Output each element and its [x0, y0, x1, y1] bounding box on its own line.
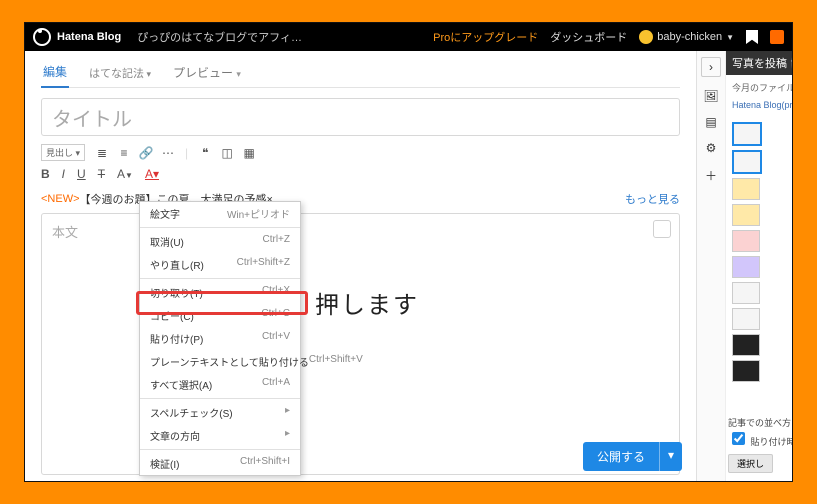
read-more-icon[interactable]: ⋯	[161, 146, 175, 160]
chevron-down-icon: ▼	[726, 33, 734, 42]
format-toolbar-row1: 見出し ▾ ≣ ≡ 🔗 ⋯ | ❝ ◫ ▦	[41, 144, 680, 161]
tab-edit[interactable]: 編集	[41, 63, 69, 88]
avatar-icon	[639, 30, 653, 44]
heading-select[interactable]: 見出し ▾	[41, 144, 85, 161]
font-size-button[interactable]: A▼	[117, 167, 133, 181]
chevron-right-icon: ›	[709, 60, 713, 74]
category-icon[interactable]: ▤	[705, 115, 716, 129]
tab-preview[interactable]: プレビュー ▾	[171, 64, 243, 87]
context-menu-item[interactable]: 絵文字Win+ピリオド	[140, 202, 300, 225]
sort-label: 記事での並べ方	[728, 416, 788, 429]
context-menu-item[interactable]: 切り取り(T)Ctrl+X	[140, 281, 300, 304]
header-right: Proにアップグレード ダッシュボード baby-chicken ▼	[433, 29, 784, 45]
chevron-down-icon: ▾	[236, 69, 241, 79]
strike-button[interactable]: T	[98, 167, 105, 181]
thumb[interactable]	[732, 230, 760, 252]
quote-icon[interactable]: ❝	[198, 146, 212, 160]
link-icon[interactable]: 🔗	[139, 146, 153, 160]
tab-mode-select[interactable]: はてな記法	[87, 65, 153, 87]
context-menu: 絵文字Win+ピリオド取消(U)Ctrl+Zやり直し(R)Ctrl+Shift+…	[139, 201, 301, 476]
thumb[interactable]	[732, 334, 760, 356]
settings-gear-icon[interactable]: ⚙	[706, 141, 717, 155]
paste-option[interactable]: 貼り付け時に貼	[728, 429, 788, 448]
news-new-tag: <NEW>	[41, 193, 80, 205]
context-menu-item[interactable]: プレーンテキストとして貼り付けるCtrl+Shift+V	[140, 350, 300, 373]
thumb[interactable]	[732, 360, 760, 382]
upgrade-pro-link[interactable]: Proにアップグレード	[433, 29, 538, 45]
notification-icon[interactable]	[770, 30, 784, 44]
format-toolbar-row2: B I U T A▼ A▾	[41, 167, 680, 181]
table-icon[interactable]: ▦	[242, 146, 256, 160]
hatena-icon	[33, 28, 51, 46]
month-usage: 今月のファイル利	[732, 81, 792, 94]
thumb[interactable]	[732, 178, 760, 200]
context-menu-item[interactable]: やり直し(R)Ctrl+Shift+Z	[140, 253, 300, 276]
photo-panel: 写真を投稿 ? 今月のファイル利 Hatena Blog(priva 記事での並…	[725, 51, 792, 481]
copy-icon[interactable]	[653, 220, 671, 238]
thumb[interactable]	[732, 256, 760, 278]
context-menu-item[interactable]: コピー(C)Ctrl+C	[140, 304, 300, 327]
editor-tabs: 編集 はてな記法 プレビュー ▾	[41, 59, 680, 88]
bold-button[interactable]: B	[41, 167, 50, 181]
font-color-button[interactable]: A▾	[145, 167, 159, 181]
context-menu-item[interactable]: すべて選択(A)Ctrl+A	[140, 373, 300, 396]
global-header: Hatena Blog ぴっぴのはてなブログでアフィ… Proにアップグレード …	[25, 23, 792, 51]
photo-panel-footer: 記事での並べ方 貼り付け時に貼 選択し	[728, 416, 788, 473]
paste-checkbox[interactable]	[732, 432, 745, 445]
help-icon[interactable]: ?	[791, 56, 792, 70]
italic-button[interactable]: I	[62, 167, 65, 181]
thumb[interactable]	[732, 122, 762, 146]
collapse-sidebar-button[interactable]: ›	[701, 57, 721, 77]
news-more-link[interactable]: もっと見る	[625, 191, 680, 207]
context-menu-item[interactable]: 文章の方向	[140, 424, 300, 447]
bullet-list-icon[interactable]: ≣	[95, 146, 109, 160]
photo-thumbnails	[730, 120, 792, 384]
thumb[interactable]	[732, 150, 762, 174]
annotation-text: 押します	[315, 285, 419, 320]
publish-button[interactable]: 公開する	[583, 442, 659, 471]
code-icon[interactable]: ◫	[220, 146, 234, 160]
underline-button[interactable]: U	[77, 167, 86, 181]
select-button[interactable]: 選択し	[728, 454, 773, 473]
publish-dropdown[interactable]: ▾	[659, 442, 682, 471]
brand-text: Hatena Blog	[57, 31, 121, 43]
blog-folder-link[interactable]: Hatena Blog(priva	[732, 100, 792, 110]
brand-logo[interactable]: Hatena Blog	[33, 28, 121, 46]
publish-button-group: 公開する ▾	[583, 442, 682, 471]
user-menu[interactable]: baby-chicken ▼	[639, 30, 734, 44]
title-placeholder: タイトル	[52, 103, 132, 132]
context-menu-item[interactable]: スペルチェック(S)	[140, 401, 300, 424]
photo-icon[interactable]: 🖼	[703, 89, 718, 103]
context-menu-item[interactable]: 検証(I)Ctrl+Shift+I	[140, 452, 300, 475]
body-placeholder: 本文	[52, 222, 78, 241]
context-menu-item[interactable]: 取消(U)Ctrl+Z	[140, 230, 300, 253]
context-menu-item[interactable]: 貼り付け(P)Ctrl+V	[140, 327, 300, 350]
body-textarea[interactable]: 本文	[41, 213, 680, 475]
thumb[interactable]	[732, 308, 760, 330]
username: baby-chicken	[657, 31, 722, 43]
sidebar-rail: › 🖼 ▤ ⚙ ＋	[696, 51, 725, 481]
blog-name[interactable]: ぴっぴのはてなブログでアフィ…	[137, 29, 302, 45]
editor-main: 編集 はてな記法 プレビュー ▾ タイトル 見出し ▾ ≣ ≡ 🔗 ⋯ |	[25, 51, 696, 481]
thumb[interactable]	[732, 282, 760, 304]
app-window: Hatena Blog ぴっぴのはてなブログでアフィ… Proにアップグレード …	[24, 22, 793, 482]
thumb[interactable]	[732, 204, 760, 226]
dashboard-link[interactable]: ダッシュボード	[550, 29, 627, 45]
bookmark-icon[interactable]	[746, 30, 758, 44]
add-icon[interactable]: ＋	[705, 167, 717, 184]
photo-panel-header: 写真を投稿 ?	[726, 51, 792, 75]
title-input[interactable]: タイトル	[41, 98, 680, 136]
numbered-list-icon[interactable]: ≡	[117, 146, 131, 160]
news-banner: <NEW> 【今週のお題】この夏、大満足の予感× もっと見る	[41, 191, 680, 207]
